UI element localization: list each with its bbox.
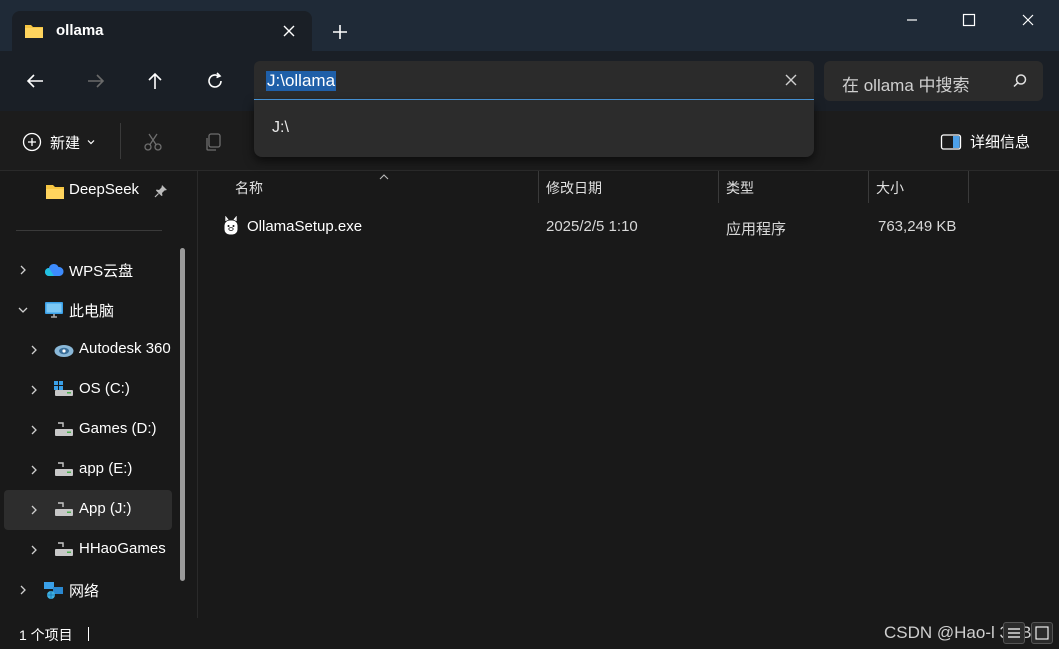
windows-drive-icon [54, 381, 73, 396]
sidebar-item-label: app (E:) [79, 460, 133, 477]
new-button[interactable]: 新建 [22, 131, 96, 153]
up-arrow-icon[interactable] [143, 69, 167, 93]
column-header-modified[interactable]: 修改日期 [546, 171, 602, 203]
column-divider[interactable] [868, 171, 869, 203]
sidebar-item-this-pc[interactable]: 此电脑 [0, 290, 172, 330]
tiles-view-button[interactable] [1031, 622, 1053, 644]
ollama-app-icon [224, 216, 238, 235]
sidebar-item-hhaogames[interactable]: HHaoGames [0, 530, 172, 570]
chevron-right-icon[interactable] [28, 344, 40, 356]
sidebar-item-label: Games (D:) [79, 420, 157, 437]
column-divider[interactable] [718, 171, 719, 203]
status-bar: 1 个项目 CSDN @Hao-l 3BB [0, 618, 1059, 649]
chevron-right-icon[interactable] [28, 544, 40, 556]
sidebar-item-autodesk-360[interactable]: Autodesk 360 [0, 330, 172, 370]
chevron-right-icon[interactable] [28, 504, 40, 516]
chevron-right-icon[interactable] [28, 384, 40, 396]
tab-title: ollama [56, 22, 104, 39]
address-suggestions: J:\ [254, 100, 814, 157]
chevron-right-icon[interactable] [17, 584, 29, 596]
network-icon [44, 582, 63, 599]
sort-up-icon [379, 174, 389, 180]
chevron-right-icon[interactable] [28, 424, 40, 436]
close-tab-icon[interactable] [278, 20, 300, 42]
chevron-down-icon[interactable] [17, 304, 29, 316]
file-type: 应用程序 [726, 221, 787, 238]
autodesk-icon [54, 345, 74, 357]
maximize-icon[interactable] [957, 8, 981, 32]
sidebar-item-label: OS (C:) [79, 380, 130, 397]
new-button-label: 新建 [50, 134, 81, 152]
details-label: 详细信息 [970, 134, 1031, 151]
forward-arrow-icon[interactable] [84, 69, 108, 93]
address-input[interactable]: J:\ollama [266, 71, 337, 91]
pin-icon[interactable] [154, 184, 168, 198]
sidebar-item-label: 网络 [69, 583, 100, 600]
back-arrow-icon[interactable] [23, 69, 47, 93]
sidebar-divider [16, 230, 162, 231]
plus-circle-icon [22, 132, 42, 152]
cut-icon[interactable] [142, 131, 164, 153]
computer-icon [45, 302, 63, 318]
sidebar-item-drive-d[interactable]: Games (D:) [0, 410, 172, 450]
file-name[interactable]: OllamaSetup.exe [247, 218, 362, 235]
cloud-icon [45, 263, 64, 276]
details-view-button[interactable] [1003, 622, 1025, 644]
sidebar-item-label: DeepSeek [69, 181, 140, 198]
refresh-icon[interactable] [203, 69, 227, 93]
sidebar-item-label: Autodesk 360 [79, 340, 171, 357]
clear-address-icon[interactable] [782, 71, 800, 89]
sidebar-item-network[interactable]: 网络 [0, 570, 172, 610]
column-divider[interactable] [538, 171, 539, 203]
sidebar-item-label: WPS云盘 [69, 263, 134, 280]
search-input[interactable]: 在 ollama 中搜索 [842, 71, 970, 96]
column-header-type[interactable]: 类型 [726, 171, 754, 203]
tab-ollama[interactable]: ollama [12, 11, 312, 51]
title-bar: ollama [0, 0, 1059, 51]
toolbar-divider [120, 123, 121, 159]
drive-icon [55, 422, 73, 436]
sidebar-item-drive-e[interactable]: app (E:) [0, 450, 172, 490]
sidebar-scrollbar[interactable] [180, 248, 185, 581]
sidebar-item-drive-c[interactable]: OS (C:) [0, 370, 172, 410]
status-divider [88, 627, 89, 641]
folder-icon [25, 25, 43, 38]
sidebar-item-wps-cloud[interactable]: WPS云盘 [0, 250, 172, 290]
sidebar-item-label: App (J:) [79, 500, 132, 517]
navigation-pane: DeepSeek WPS云盘 此电脑 Autodesk 360 OS (C:) … [0, 171, 190, 618]
column-header-size[interactable]: 大小 [876, 171, 904, 203]
sidebar-item-label: 此电脑 [69, 303, 115, 320]
chevron-down-icon [87, 140, 95, 145]
minimize-icon[interactable] [900, 8, 924, 32]
folder-icon [46, 185, 64, 199]
drive-icon [55, 502, 73, 516]
details-pane-button[interactable]: 详细信息 [940, 131, 1030, 152]
file-modified: 2025/2/5 1:10 [546, 218, 638, 235]
suggestion-item[interactable]: J:\ [272, 119, 289, 137]
search-box[interactable]: 在 ollama 中搜索 [824, 61, 1043, 101]
sidebar-item-drive-j[interactable]: App (J:) [4, 490, 172, 530]
sidebar-item-deepseek[interactable]: DeepSeek [0, 171, 172, 211]
tiles-view-icon [1035, 626, 1049, 640]
column-header-name[interactable]: 名称 [235, 171, 263, 203]
sidebar-item-label: HHaoGames [79, 540, 166, 557]
chevron-right-icon[interactable] [28, 464, 40, 476]
details-view-icon [1008, 628, 1020, 638]
drive-icon [55, 462, 73, 476]
file-size: 763,249 KB [878, 218, 957, 235]
copy-icon[interactable] [202, 131, 224, 153]
search-icon[interactable] [1011, 72, 1029, 90]
item-count: 1 个项目 [19, 627, 73, 643]
new-tab-icon[interactable] [328, 20, 352, 44]
file-list: 名称 修改日期 类型 大小 OllamaSetup.exe 2025/2/5 1… [198, 171, 1059, 618]
column-divider[interactable] [968, 171, 969, 203]
table-row[interactable]: OllamaSetup.exe 2025/2/5 1:10 应用程序 763,2… [198, 209, 1059, 243]
close-icon[interactable] [1016, 8, 1040, 32]
drive-icon [55, 542, 73, 556]
chevron-right-icon[interactable] [17, 264, 29, 276]
address-bar[interactable]: J:\ollama [254, 61, 814, 101]
details-pane-icon [940, 133, 962, 150]
